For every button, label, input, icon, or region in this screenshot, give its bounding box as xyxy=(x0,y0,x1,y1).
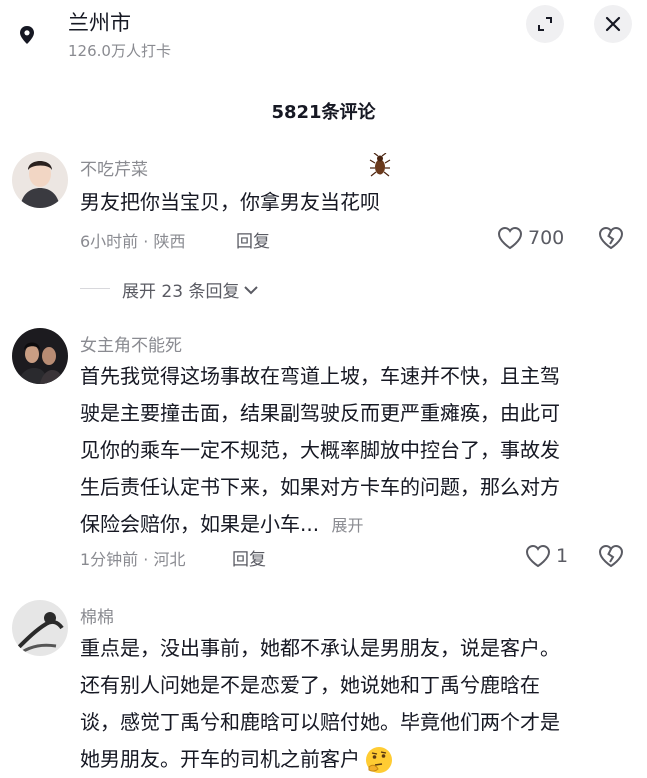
dislike-button[interactable] xyxy=(597,543,625,573)
comment-time-location: 6小时前 · 陕西 xyxy=(80,232,186,251)
bug-emoji-icon xyxy=(369,152,391,181)
comment-text-line: 重点是，没出事前，她都不承认是男朋友，说是客户。 xyxy=(80,636,560,660)
expand-text-button[interactable]: 展开 xyxy=(331,516,363,535)
comment-username[interactable]: 棉棉 xyxy=(80,603,114,628)
comment-text-line: 还有别人问她是不是恋爱了，她说她和丁禹兮鹿晗在 xyxy=(80,673,540,697)
comment-text-line: 她男朋友。开车的司机之前客户 xyxy=(80,747,360,771)
close-icon xyxy=(605,16,621,32)
reply-button[interactable]: 回复 xyxy=(232,545,266,570)
comment-text: 重点是，没出事前，她都不承认是男朋友，说是客户。 还有别人问她是不是恋爱了，她说… xyxy=(80,630,560,778)
expand-replies-button[interactable]: 展开 23 条回复 xyxy=(122,277,259,302)
expand-replies-label: 展开 23 条回复 xyxy=(122,282,240,302)
avatar[interactable] xyxy=(12,152,68,208)
chevron-down-icon xyxy=(244,285,259,294)
expand-button[interactable] xyxy=(526,5,564,43)
thinking-face-emoji-icon xyxy=(366,746,392,773)
heart-icon xyxy=(497,226,523,250)
comment-text-line: 谈，感觉丁禹兮和鹿晗可以赔付她。毕竟他们两个才是 xyxy=(80,710,560,734)
like-button[interactable]: 700 xyxy=(496,225,564,251)
comment-text-line: 生后责任认定书下来，如果对方卡车的问题，那么对方 xyxy=(80,475,560,499)
comment-text-line: 见你的乘车一定不规范，大概率脚放中控台了，事故发 xyxy=(80,438,560,462)
reply-button[interactable]: 回复 xyxy=(236,227,270,252)
dislike-button[interactable] xyxy=(597,225,625,255)
comment-username[interactable]: 不吃芹菜 xyxy=(80,155,148,180)
like-count: 700 xyxy=(528,227,565,249)
close-button[interactable] xyxy=(594,5,632,43)
expand-icon xyxy=(538,17,552,31)
location-title[interactable]: 兰州市 xyxy=(68,7,131,37)
comment-text: 男友把你当宝贝，你拿男友当花呗 xyxy=(80,184,380,221)
comment-time-location: 1分钟前 · 河北 xyxy=(80,550,186,569)
avatar[interactable] xyxy=(12,600,68,656)
like-button[interactable]: 1 xyxy=(524,543,568,569)
location-pin-icon xyxy=(14,22,40,48)
divider-line xyxy=(80,288,110,289)
comment-text-line: 驶是主要撞击面，结果副驾驶反而更严重瘫痪，由此可 xyxy=(80,401,560,425)
comment-text: 首先我觉得这场事故在弯道上坡，车速并不快，且主驾 驶是主要撞击面，结果副驾驶反而… xyxy=(80,358,560,544)
avatar[interactable] xyxy=(12,328,68,384)
broken-heart-icon xyxy=(598,226,624,250)
comment-count-title: 5821条评论 xyxy=(271,102,376,123)
comment-username[interactable]: 女主角不能死 xyxy=(80,331,182,356)
comment-text-line-last: 保险会赔你，如果是小车... 展开 xyxy=(80,506,560,544)
comment-text-line: 保险会赔你，如果是小车... xyxy=(80,512,320,536)
comment-text-line-last: 她男朋友。开车的司机之前客户 xyxy=(80,741,560,778)
heart-icon xyxy=(525,544,551,568)
comment-text-line: 首先我觉得这场事故在弯道上坡，车速并不快，且主驾 xyxy=(80,364,560,388)
comment-text-line: 男友把你当宝贝，你拿男友当花呗 xyxy=(80,190,380,214)
broken-heart-icon xyxy=(598,544,624,568)
checkin-count: 126.0万人打卡 xyxy=(68,42,171,60)
like-count: 1 xyxy=(556,545,569,567)
